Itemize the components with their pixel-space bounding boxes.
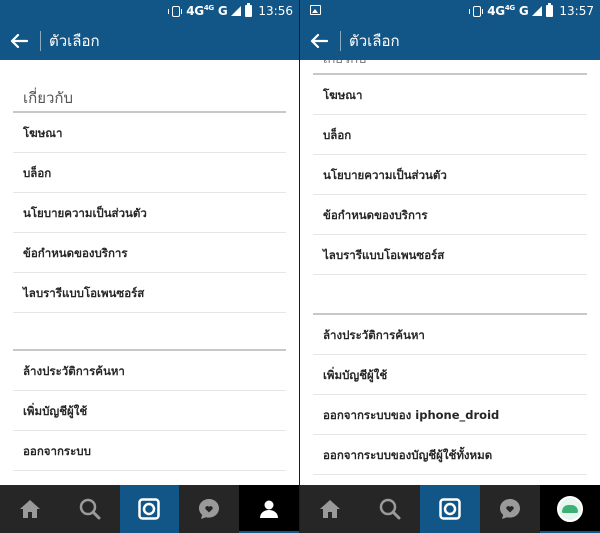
menu-item-privacy-policy[interactable]: นโยบายความเป็นส่วนตัว: [13, 193, 286, 233]
tab-profile[interactable]: [239, 485, 299, 533]
options-list: เกี่ยวกับ โฆษณา บล็อก นโยบายความเป็นส่วน…: [0, 60, 299, 485]
left-screen: 4G4G G 13:56 ตัวเลือก เกี่ยวกับ โฆษณา บล…: [0, 0, 299, 533]
profile-avatar-icon: [557, 496, 583, 522]
section-title-about: เกี่ยวกับ: [13, 60, 286, 113]
tab-profile[interactable]: [540, 485, 600, 533]
network-indicator: 4G4G: [487, 4, 515, 18]
vibrate-icon: [469, 5, 484, 17]
app-bar-separator: [40, 31, 41, 51]
home-icon: [19, 500, 40, 518]
signal-icon: [532, 6, 543, 16]
battery-icon: [245, 3, 253, 17]
signal-icon: [231, 6, 242, 16]
options-list: เกี่ยวกับ โฆษณา บล็อก นโยบายความเป็นส่วน…: [300, 60, 600, 485]
network-type: G: [518, 4, 529, 18]
menu-item-terms[interactable]: ข้อกำหนดของบริการ: [13, 233, 286, 273]
activity-icon: [500, 499, 520, 519]
screenshot-pair: 4G4G G 13:56 ตัวเลือก เกี่ยวกับ โฆษณา บล…: [0, 0, 600, 533]
tab-search[interactable]: [60, 485, 120, 533]
search-icon: [79, 498, 101, 520]
network-type: G: [217, 4, 228, 18]
section-spacer: [13, 313, 286, 351]
page-title: ตัวเลือก: [49, 32, 100, 50]
menu-item-add-account[interactable]: เพิ่มบัญชีผู้ใช้: [13, 391, 286, 431]
camera-icon: [138, 498, 161, 520]
tab-home[interactable]: [300, 485, 360, 533]
menu-item-ads[interactable]: โฆษณา: [313, 75, 587, 115]
tab-activity[interactable]: [480, 485, 540, 533]
tab-camera[interactable]: [119, 485, 180, 533]
app-bar: ตัวเลือก: [0, 22, 299, 60]
status-time: 13:57: [559, 4, 594, 18]
section-spacer: [313, 275, 587, 315]
tab-search[interactable]: [360, 485, 420, 533]
home-icon: [320, 500, 340, 518]
menu-item-blog[interactable]: บล็อก: [313, 115, 587, 155]
battery-icon: [546, 3, 554, 17]
menu-item-logout-account[interactable]: ออกจากระบบของ iphone_droid: [313, 395, 587, 435]
tab-activity[interactable]: [179, 485, 239, 533]
back-arrow-icon: [10, 33, 28, 49]
back-button[interactable]: [2, 22, 36, 60]
status-time: 13:56: [258, 4, 293, 18]
app-bar: ตัวเลือก: [300, 22, 600, 60]
right-screen: 4G4G G 13:57 ตัวเลือก เกี่ยวกับ โฆษณา บล…: [300, 0, 600, 533]
menu-item-clear-search[interactable]: ล้างประวัติการค้นหา: [13, 351, 286, 391]
tab-home[interactable]: [0, 485, 60, 533]
search-icon: [379, 498, 401, 520]
tab-camera[interactable]: [420, 485, 480, 533]
back-button[interactable]: [302, 22, 336, 60]
back-arrow-icon: [310, 33, 328, 49]
app-bar-separator: [340, 31, 341, 51]
bottom-tab-bar: [300, 485, 600, 533]
menu-item-open-source[interactable]: ไลบรารีแบบโอเพนซอร์ส: [313, 235, 587, 275]
menu-item-privacy-policy[interactable]: นโยบายความเป็นส่วนตัว: [313, 155, 587, 195]
menu-item-logout[interactable]: ออกจากระบบ: [13, 431, 286, 471]
camera-icon: [439, 498, 461, 520]
status-bar: 4G4G G 13:57: [300, 0, 600, 22]
menu-item-blog[interactable]: บล็อก: [13, 153, 286, 193]
menu-item-ads[interactable]: โฆษณา: [13, 113, 286, 153]
menu-item-terms[interactable]: ข้อกำหนดของบริการ: [313, 195, 587, 235]
image-notification-icon: [310, 5, 321, 15]
menu-item-add-account[interactable]: เพิ่มบัญชีผู้ใช้: [313, 355, 587, 395]
section-title-about-partial: เกี่ยวกับ: [313, 60, 587, 75]
page-title: ตัวเลือก: [349, 32, 400, 50]
activity-icon: [199, 499, 220, 519]
profile-icon: [260, 500, 279, 518]
status-bar: 4G4G G 13:56: [0, 0, 299, 22]
menu-item-logout-all[interactable]: ออกจากระบบของบัญชีผู้ใช้ทั้งหมด: [313, 435, 587, 475]
menu-item-clear-search[interactable]: ล้างประวัติการค้นหา: [313, 315, 587, 355]
bottom-tab-bar: [0, 485, 299, 533]
menu-item-open-source[interactable]: ไลบรารีแบบโอเพนซอร์ส: [13, 273, 286, 313]
vibrate-icon: [168, 5, 183, 17]
network-indicator: 4G4G: [186, 4, 214, 18]
